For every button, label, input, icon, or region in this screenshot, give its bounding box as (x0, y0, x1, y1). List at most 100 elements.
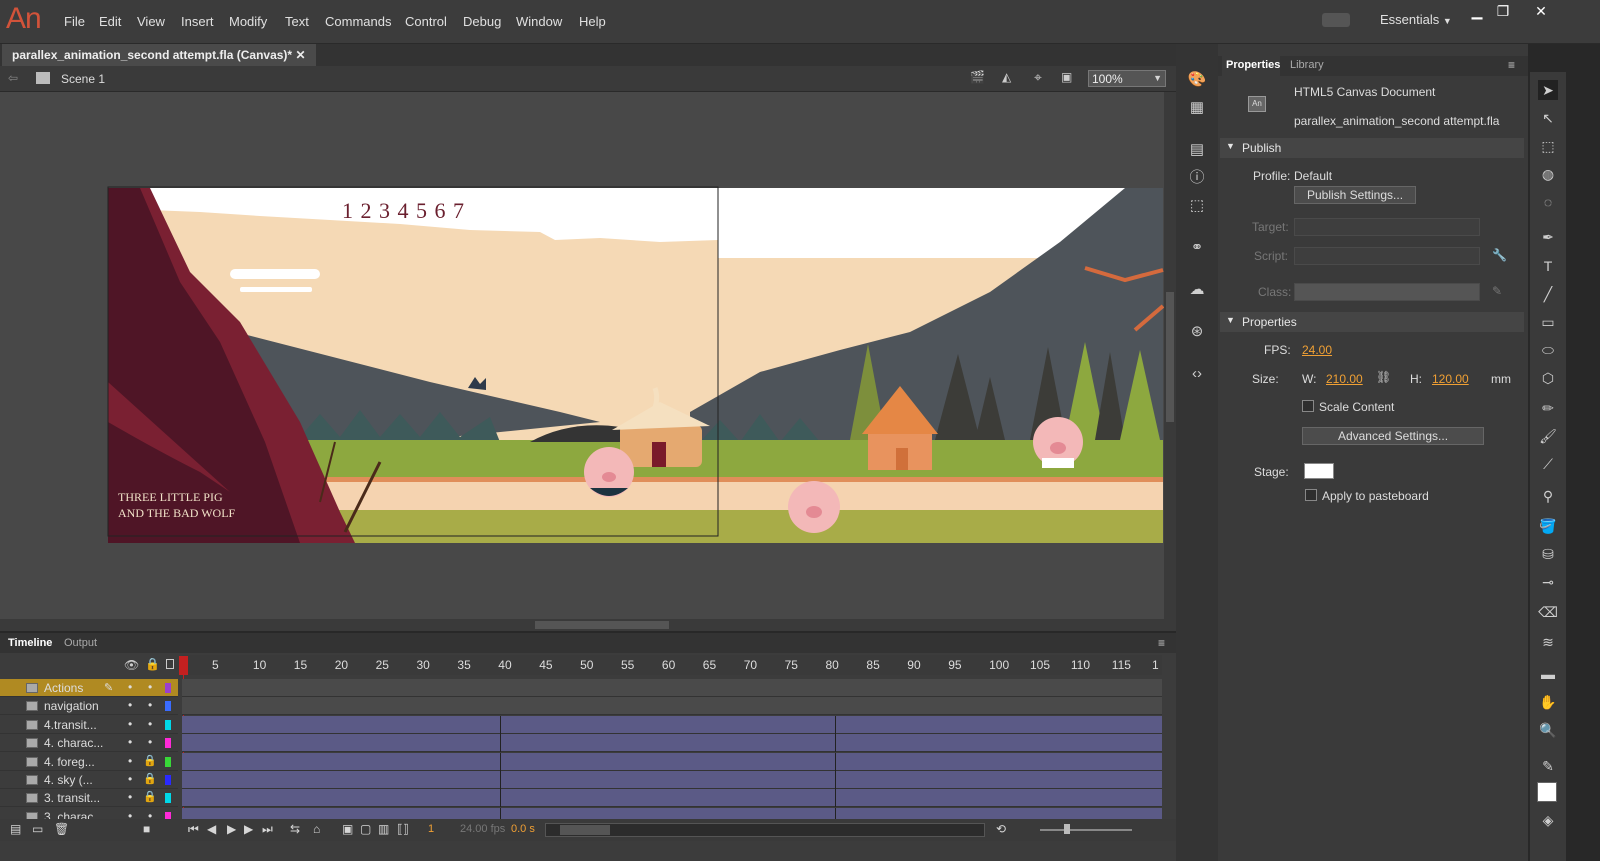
frame-track[interactable] (182, 771, 1162, 789)
clip-stage-icon[interactable]: ▣ (1061, 70, 1072, 84)
layer-color-swatch[interactable] (165, 719, 171, 730)
timeline-scrollbar[interactable] (545, 823, 985, 837)
layer-name[interactable]: 4.transit... (44, 718, 97, 732)
layer-row[interactable]: Actions • • ✎ (0, 679, 178, 697)
color-swatches-icon[interactable]: 🎨 (1187, 70, 1207, 90)
bone-tool-icon[interactable]: ⚲ (1538, 486, 1558, 506)
layer-name[interactable]: Actions (44, 681, 83, 695)
tab-output[interactable]: Output (64, 637, 97, 649)
edit-scene-icon[interactable]: 🎬 (970, 70, 985, 84)
polystar-tool-icon[interactable]: ⬡ (1538, 368, 1558, 388)
rectangle-tool-icon[interactable]: ▭ (1538, 312, 1558, 332)
tab-timeline[interactable]: Timeline (8, 637, 52, 649)
loop-icon[interactable]: ⇆ (290, 822, 300, 836)
back-arrow-icon[interactable]: ⇦ (8, 71, 18, 85)
width-value[interactable]: 210.00 (1326, 372, 1363, 386)
scroll-thumb[interactable] (535, 621, 669, 629)
layer-name[interactable]: 4. foreg... (44, 755, 95, 769)
advanced-settings-button[interactable]: Advanced Settings... (1302, 427, 1484, 445)
motion-presets-icon[interactable]: ⊛ (1187, 322, 1207, 342)
stage-vertical-scrollbar[interactable] (1164, 92, 1176, 619)
lock-dot-icon[interactable]: • (148, 735, 152, 749)
zoom-select[interactable]: 100% ▼ (1088, 70, 1166, 87)
properties-section-header[interactable]: ▼ Properties (1220, 312, 1524, 332)
selection-tool-icon[interactable]: ➤ (1538, 80, 1558, 100)
layer-color-swatch[interactable] (165, 775, 171, 785)
apply-to-pasteboard-checkbox[interactable] (1305, 489, 1317, 501)
stage-color-swatch[interactable] (1304, 463, 1334, 479)
delete-layer-icon[interactable]: 🗑 (54, 822, 69, 836)
fps-value[interactable]: 24.00 (1302, 343, 1332, 357)
edit-multiple-icon[interactable]: ▥ (378, 822, 389, 836)
close-button[interactable]: ✕ (1524, 0, 1558, 22)
stage-pasteboard[interactable]: 1 2 3 4 5 6 7 THREE LITTLE PIG AND THE B… (0, 92, 1164, 619)
lasso-tool-icon[interactable]: ◌ (1538, 192, 1558, 212)
components-icon[interactable]: ⚭ (1187, 238, 1207, 258)
visibility-dot-icon[interactable]: • (128, 754, 132, 768)
menu-commands[interactable]: Commands (325, 14, 391, 29)
transform-icon[interactable]: ⬚ (1187, 196, 1207, 216)
menu-window[interactable]: Window (516, 14, 562, 29)
new-layer-icon[interactable]: ▤ (10, 822, 21, 836)
eye-icon[interactable]: 👁 (124, 658, 139, 672)
eyedropper-tool-icon[interactable]: ⊸ (1538, 572, 1558, 592)
menu-modify[interactable]: Modify (229, 14, 267, 29)
zoom-slider[interactable] (1040, 829, 1132, 831)
camera-tool-icon[interactable]: ▬ (1538, 664, 1558, 684)
3d-rotation-tool-icon[interactable]: ◍ (1538, 164, 1558, 184)
step-back-icon[interactable]: ◀ (207, 822, 216, 836)
layer-row[interactable]: 3. transit... • 🔒 (0, 789, 178, 808)
panel-menu-icon[interactable]: ≡ (1508, 58, 1515, 72)
stage-artwork[interactable] (0, 92, 1164, 619)
visibility-dot-icon[interactable]: • (128, 698, 132, 712)
menu-file[interactable]: File (64, 14, 85, 29)
frame-track[interactable] (182, 715, 1162, 734)
paint-brush-tool-icon[interactable]: ⟋ (1538, 454, 1558, 474)
grid-icon[interactable]: ▦ (1187, 98, 1207, 118)
document-tab[interactable]: parallex_animation_second attempt.fla (C… (2, 44, 316, 66)
lock-icon[interactable]: 🔒 (143, 754, 157, 767)
subselection-tool-icon[interactable]: ↖ (1538, 108, 1558, 128)
width-tool-icon[interactable]: ≋ (1538, 632, 1558, 652)
visibility-dot-icon[interactable]: • (128, 735, 132, 749)
workspace-switcher[interactable]: Essentials ▼ (1380, 12, 1452, 27)
zoom-slider-handle[interactable] (1064, 824, 1070, 834)
center-frame-icon[interactable]: ⌂ (313, 822, 320, 836)
pen-tool-icon[interactable]: ✒ (1538, 227, 1558, 247)
layer-row[interactable]: 4.transit... • • (0, 715, 178, 734)
hand-tool-icon[interactable]: ✋ (1538, 692, 1558, 712)
layer-color-swatch[interactable] (165, 738, 171, 749)
first-frame-icon[interactable]: ⏮ (188, 822, 199, 837)
pencil-tool-icon[interactable]: ✏ (1538, 398, 1558, 418)
sync-settings-icon[interactable] (1322, 13, 1350, 27)
link-icon[interactable]: ⛓ (1376, 370, 1391, 384)
frame-track[interactable] (182, 752, 1162, 771)
frame-track[interactable] (182, 697, 1162, 716)
layer-row[interactable]: 4. charac... • • (0, 734, 178, 753)
lock-dot-icon[interactable]: • (148, 717, 152, 731)
frame-track[interactable] (182, 679, 1162, 697)
stage-horizontal-scrollbar[interactable] (0, 619, 1176, 631)
lock-icon[interactable]: 🔒 (145, 657, 160, 671)
info-icon[interactable]: ⓘ (1187, 168, 1207, 188)
layer-row[interactable]: 4. foreg... • 🔒 (0, 752, 178, 771)
step-forward-icon[interactable]: ▶ (244, 822, 253, 836)
close-tab-icon[interactable]: ✕ (295, 48, 305, 62)
paint-bucket-tool-icon[interactable]: 🪣 (1538, 516, 1558, 536)
layer-color-swatch[interactable] (165, 701, 171, 712)
restore-button[interactable]: ❐ (1486, 0, 1520, 22)
menu-help[interactable]: Help (579, 14, 606, 29)
free-transform-tool-icon[interactable]: ⬚ (1538, 136, 1558, 156)
code-snippets-icon[interactable]: ‹› (1187, 364, 1207, 384)
new-folder-icon[interactable]: ▭ (32, 822, 43, 836)
menu-edit[interactable]: Edit (99, 14, 121, 29)
layer-name[interactable]: navigation (44, 699, 99, 713)
layer-name[interactable]: 4. sky (... (44, 773, 93, 787)
ink-bottle-tool-icon[interactable]: ⛁ (1538, 544, 1558, 564)
layer-name[interactable]: 3. transit... (44, 791, 100, 805)
visibility-dot-icon[interactable]: • (128, 680, 132, 694)
publish-settings-button[interactable]: Publish Settings... (1294, 186, 1416, 204)
visibility-dot-icon[interactable]: • (128, 790, 132, 804)
menu-control[interactable]: Control (405, 14, 447, 29)
align-icon[interactable]: ▤ (1187, 140, 1207, 160)
